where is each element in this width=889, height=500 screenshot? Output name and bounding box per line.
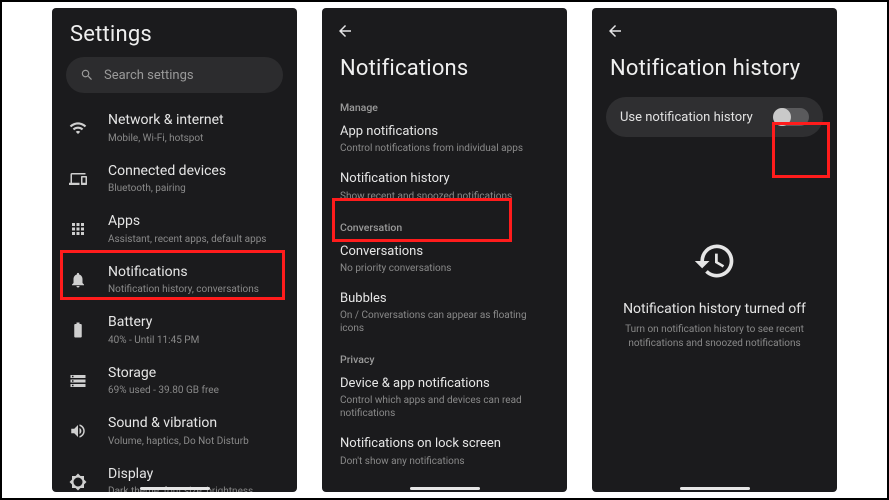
search-input[interactable]: Search settings [66, 57, 283, 93]
item-label: Battery [108, 314, 283, 332]
nav-pill[interactable] [680, 487, 750, 490]
volume-icon [66, 419, 90, 443]
empty-state: Notification history turned off Turn on … [592, 137, 837, 492]
back-button[interactable] [330, 16, 360, 46]
item-sub: Assistant, recent apps, default apps [108, 233, 283, 246]
item-label: Storage [108, 365, 283, 383]
item-sub: Bluetooth, pairing [108, 182, 283, 195]
search-icon [80, 68, 94, 82]
history-icon [693, 239, 737, 283]
back-button[interactable] [600, 16, 630, 46]
notifications-screen: Notifications Manage App notifications C… [322, 8, 567, 492]
item-battery[interactable]: Battery 40% - Until 11:45 PM [52, 305, 297, 356]
item-sub: 69% used - 39.80 GB free [108, 384, 283, 397]
settings-list: Network & internet Mobile, Wi-Fi, hotspo… [52, 103, 297, 492]
notifications-list: Manage App notifications Control notific… [322, 91, 567, 492]
nav-pill[interactable] [140, 487, 210, 490]
item-notifications[interactable]: Notifications Notification history, conv… [52, 255, 297, 306]
use-history-row[interactable]: Use notification history [606, 97, 823, 137]
search-placeholder: Search settings [104, 68, 194, 83]
item-device-app-notifications[interactable]: Device & app notifications Control which… [322, 368, 567, 428]
toggle-switch[interactable] [775, 108, 809, 126]
item-bubbles[interactable]: Bubbles On / Conversations can appear as… [322, 283, 567, 343]
item-app-notifications[interactable]: App notifications Control notifications … [322, 116, 567, 163]
section-privacy: Privacy [322, 343, 567, 368]
item-sound[interactable]: Sound & vibration Volume, haptics, Do No… [52, 406, 297, 457]
item-label: Notifications [108, 264, 283, 282]
settings-root-screen: Settings Search settings Network & inter… [52, 8, 297, 492]
page-title: Notification history [610, 56, 819, 81]
page-title: Notifications [340, 56, 549, 81]
item-label: Sound & vibration [108, 415, 283, 433]
empty-text: Turn on notification history to see rece… [616, 323, 813, 351]
page-title: Settings [70, 22, 279, 47]
item-sub: Control which apps and devices can read … [340, 394, 549, 420]
item-lock-screen-notifications[interactable]: Notifications on lock screen Don't show … [322, 428, 567, 475]
section-manage: Manage [322, 91, 567, 116]
item-conversations[interactable]: Conversations No priority conversations [322, 236, 567, 283]
item-label: Notification history [340, 171, 549, 187]
notification-history-screen: Notification history Use notification hi… [592, 8, 837, 492]
item-sub: On / Conversations can appear as floatin… [340, 309, 549, 335]
item-label: App notifications [340, 124, 549, 140]
brightness-icon [66, 470, 90, 492]
wifi-icon [66, 116, 90, 140]
section-conversation: Conversation [322, 211, 567, 236]
item-label: Connected devices [108, 163, 283, 181]
item-label: Apps [108, 213, 283, 231]
toggle-label: Use notification history [620, 110, 753, 125]
item-label: Display [108, 466, 283, 484]
item-sub: Control notifications from individual ap… [340, 142, 549, 155]
item-label: Conversations [340, 244, 549, 260]
item-sub: Mobile, Wi-Fi, hotspot [108, 132, 283, 145]
item-label: Device & app notifications [340, 376, 549, 392]
item-connected-devices[interactable]: Connected devices Bluetooth, pairing [52, 154, 297, 205]
empty-title: Notification history turned off [623, 301, 806, 317]
item-sub: Show recent and snoozed notifications [340, 190, 549, 203]
item-label: Bubbles [340, 291, 549, 307]
item-sub: Volume, haptics, Do Not Disturb [108, 435, 283, 448]
item-label: Network & internet [108, 112, 283, 130]
item-apps[interactable]: Apps Assistant, recent apps, default app… [52, 204, 297, 255]
item-sub: Don't show any notifications [340, 455, 549, 468]
battery-icon [66, 318, 90, 342]
devices-icon [66, 167, 90, 191]
item-sub: Notification history, conversations [108, 283, 283, 296]
item-label: Notifications on lock screen [340, 436, 549, 452]
item-network[interactable]: Network & internet Mobile, Wi-Fi, hotspo… [52, 103, 297, 154]
apps-icon [66, 217, 90, 241]
item-sub: 40% - Until 11:45 PM [108, 334, 283, 347]
item-notification-history[interactable]: Notification history Show recent and sno… [322, 163, 567, 210]
bell-icon [66, 268, 90, 292]
item-storage[interactable]: Storage 69% used - 39.80 GB free [52, 356, 297, 407]
storage-icon [66, 369, 90, 393]
item-sub: No priority conversations [340, 262, 549, 275]
nav-pill[interactable] [410, 487, 480, 490]
